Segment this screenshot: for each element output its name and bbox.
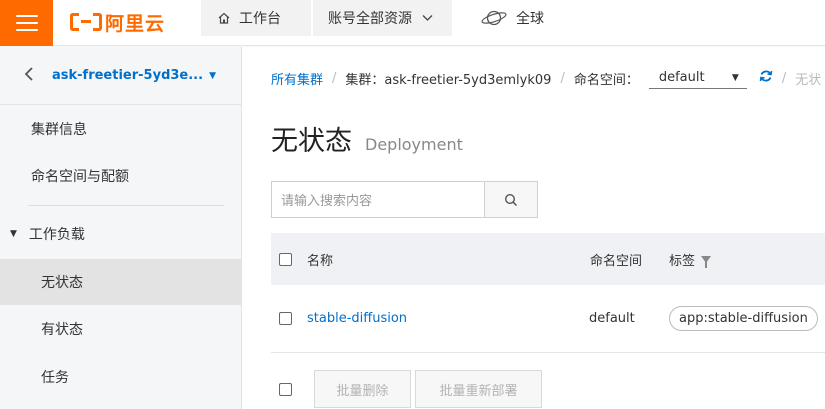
sidebar-item-namespaces[interactable]: 命名空间与配额	[0, 153, 241, 199]
sidebar-item-label: 有状态	[41, 322, 83, 338]
breadcrumb-current: 无状	[795, 72, 822, 88]
batch-delete-button[interactable]: 批量删除	[314, 370, 411, 408]
table-row: stable-diffusion default app:stable-diff…	[271, 285, 825, 353]
top-navigation-bar: 阿里云 工作台 账号全部资源 全球	[0, 0, 825, 46]
footer-select-all-checkbox[interactable]	[279, 382, 292, 396]
caret-down-icon: ▼	[10, 229, 17, 239]
home-icon	[218, 12, 230, 24]
page-title-text: 无状态	[271, 126, 352, 157]
breadcrumb: 所有集群 / 集群：ask-freetier-5yd3emlyk09 / 命名空…	[271, 66, 821, 90]
breadcrumb-cluster: 集群：ask-freetier-5yd3emlyk09	[345, 72, 552, 88]
sidebar-divider	[28, 205, 224, 206]
namespace-value: default	[658, 70, 705, 85]
namespace-select[interactable]: default ▼	[648, 67, 747, 89]
search-button[interactable]	[484, 181, 538, 218]
namespace-label: 命名空间：	[573, 72, 639, 88]
sidebar-item-label: 集群信息	[31, 122, 87, 138]
breadcrumb-separator: /	[332, 70, 337, 86]
region-label: 全球	[516, 11, 544, 27]
cluster-switcher[interactable]: ask-freetier-5yd3e... ▼	[0, 47, 241, 105]
search-input[interactable]: 请输入搜索内容	[271, 181, 485, 218]
breadcrumb-separator: /	[781, 70, 787, 86]
chevron-down-icon	[422, 15, 433, 21]
sidebar-item-cluster-info[interactable]: 集群信息	[0, 106, 241, 152]
sidebar-item-label: 任务	[41, 370, 69, 386]
planet-globe-icon	[481, 10, 507, 26]
sidebar: ask-freetier-5yd3e... ▼ 集群信息 命名空间与配额 ▼ 工…	[0, 47, 242, 409]
workbench-label: 工作台	[239, 11, 281, 27]
row-namespace: default	[589, 311, 635, 326]
back-arrow-icon[interactable]	[24, 65, 52, 86]
search-placeholder: 请输入搜索内容	[281, 194, 373, 209]
page-subtitle: Deployment	[365, 135, 463, 154]
refresh-icon[interactable]	[759, 69, 773, 87]
column-header-namespace: 命名空间	[590, 253, 643, 269]
resources-label: 账号全部资源	[328, 11, 412, 27]
table-header: 名称 命名空间 标签	[271, 233, 825, 285]
main-content: 所有集群 / 集群：ask-freetier-5yd3emlyk09 / 命名空…	[243, 47, 825, 409]
deployment-name-link[interactable]: stable-diffusion	[307, 311, 407, 326]
sidebar-item-label: 工作负载	[28, 227, 85, 243]
aliyun-logo[interactable]: 阿里云	[70, 8, 165, 36]
logo-text: 阿里云	[105, 12, 166, 35]
batch-redeploy-button[interactable]: 批量重新部署	[415, 370, 542, 408]
page-title: 无状态 Deployment	[271, 119, 463, 158]
hamburger-menu-icon[interactable]	[0, 0, 53, 46]
account-resources-dropdown[interactable]: 账号全部资源	[313, 0, 452, 36]
select-all-checkbox[interactable]	[279, 252, 292, 266]
batch-redeploy-label: 批量重新部署	[439, 383, 518, 399]
search-icon	[504, 193, 518, 206]
sidebar-item-label: 命名空间与配额	[31, 169, 129, 185]
filter-icon[interactable]	[701, 255, 712, 268]
sidebar-item-jobs[interactable]: 任务	[0, 354, 241, 400]
batch-actions: 批量删除 批量重新部署	[271, 369, 825, 409]
column-header-labels: 标签	[669, 253, 696, 269]
batch-delete-label: 批量删除	[336, 383, 389, 399]
aliyun-logo-mark	[70, 12, 102, 32]
caret-down-icon: ▼	[731, 72, 739, 83]
sidebar-group-workloads[interactable]: ▼ 工作负载	[0, 211, 241, 257]
workbench-button[interactable]: 工作台	[201, 0, 311, 36]
caret-down-icon[interactable]: ▼	[209, 71, 216, 81]
breadcrumb-separator: /	[560, 70, 565, 86]
label-tag: app:stable-diffusion	[669, 306, 818, 331]
region-selector[interactable]: 全球	[480, 0, 544, 36]
sidebar-item-deployments[interactable]: 无状态	[0, 259, 241, 305]
sidebar-item-statefulsets[interactable]: 有状态	[0, 306, 241, 352]
cluster-name[interactable]: ask-freetier-5yd3e...	[52, 68, 203, 83]
breadcrumb-all-clusters[interactable]: 所有集群	[271, 69, 323, 88]
row-checkbox[interactable]	[279, 312, 292, 325]
sidebar-item-label: 无状态	[41, 275, 83, 291]
column-header-name: 名称	[307, 253, 334, 269]
